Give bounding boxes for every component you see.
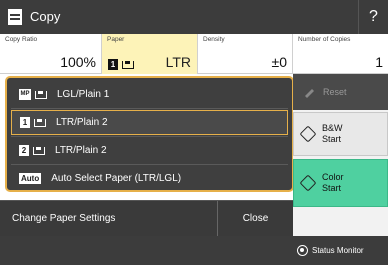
status-bar: Status Monitor <box>0 236 388 265</box>
paper-option-label: LTR/Plain 2 <box>55 145 107 156</box>
paper-option-tray1[interactable]: 1 LTR/Plain 2 <box>11 110 288 135</box>
divider <box>11 108 288 109</box>
paper-option-tray2[interactable]: 2 LTR/Plain 2 <box>11 138 288 163</box>
color-line2: Start <box>322 183 342 193</box>
reset-icon <box>305 89 314 98</box>
density-value: ±0 <box>271 54 287 70</box>
divider <box>11 136 288 137</box>
paper-tray-icon <box>122 60 134 69</box>
tray-number-badge: 1 <box>108 59 118 70</box>
paper-size-value: LTR <box>165 54 191 70</box>
density-setting[interactable]: Density ±0 <box>198 34 293 74</box>
close-button[interactable]: Close <box>218 201 293 237</box>
color-line1: Color <box>322 172 344 182</box>
start-icon <box>299 174 317 192</box>
app-title: Copy <box>30 9 61 24</box>
paper-select-list: MP LGL/Plain 1 1 LTR/Plain 2 2 LTR/Plain… <box>5 76 294 192</box>
copies-value: 1 <box>375 54 383 70</box>
start-icon <box>299 125 317 143</box>
reset-label: Reset <box>323 87 347 97</box>
bw-line1: B&W <box>322 123 343 133</box>
bw-line2: Start <box>322 134 342 144</box>
status-monitor-label: Status Monitor <box>312 246 364 255</box>
paper-option-mp[interactable]: MP LGL/Plain 1 <box>11 82 288 107</box>
settings-row: Copy Ratio 100% Paper 1 LTR Density ±0 N… <box>0 34 388 74</box>
help-button[interactable]: ? <box>358 0 388 34</box>
paper-option-label: LGL/Plain 1 <box>57 89 110 100</box>
paper-option-label: Auto Select Paper (LTR/LGL) <box>51 173 182 184</box>
reset-button[interactable]: Reset <box>293 74 388 110</box>
copies-label: Number of Copies <box>298 36 351 43</box>
paper-setting[interactable]: Paper 1 LTR <box>102 34 198 74</box>
start-panel: Reset B&W Start Color Start <box>293 74 388 236</box>
status-monitor-button[interactable]: Status Monitor <box>293 236 388 265</box>
change-paper-settings-button[interactable]: Change Paper Settings <box>0 201 218 237</box>
bw-start-button[interactable]: B&W Start <box>293 112 388 156</box>
copy-ratio-label: Copy Ratio <box>5 36 38 43</box>
color-start-label: Color Start <box>322 172 344 194</box>
paper-tray-icon <box>35 90 47 99</box>
title-bar: Copy ? <box>0 0 388 34</box>
copy-app-icon <box>8 9 22 25</box>
paper-tray-icon <box>33 146 45 155</box>
bottom-action-bar: Change Paper Settings Close <box>0 200 293 237</box>
copies-setting[interactable]: Number of Copies 1 <box>293 34 388 74</box>
divider <box>11 164 288 165</box>
paper-label: Paper <box>107 36 125 43</box>
density-label: Density <box>203 36 225 43</box>
copy-ratio-value: 100% <box>60 54 96 70</box>
paper-option-auto[interactable]: Auto Auto Select Paper (LTR/LGL) <box>11 166 288 190</box>
status-monitor-icon <box>297 245 308 256</box>
tray2-badge: 2 <box>19 145 29 156</box>
copy-ratio-setting[interactable]: Copy Ratio 100% <box>0 34 102 74</box>
paper-option-label: LTR/Plain 2 <box>56 117 108 128</box>
auto-badge: Auto <box>19 173 42 184</box>
color-start-button[interactable]: Color Start <box>293 159 388 207</box>
tray1-badge: 1 <box>20 117 30 128</box>
mp-tray-badge: MP <box>19 89 31 100</box>
paper-tray-icon <box>34 118 46 127</box>
bw-start-label: B&W Start <box>322 123 343 145</box>
paper-tray-indicator: 1 <box>108 59 134 70</box>
